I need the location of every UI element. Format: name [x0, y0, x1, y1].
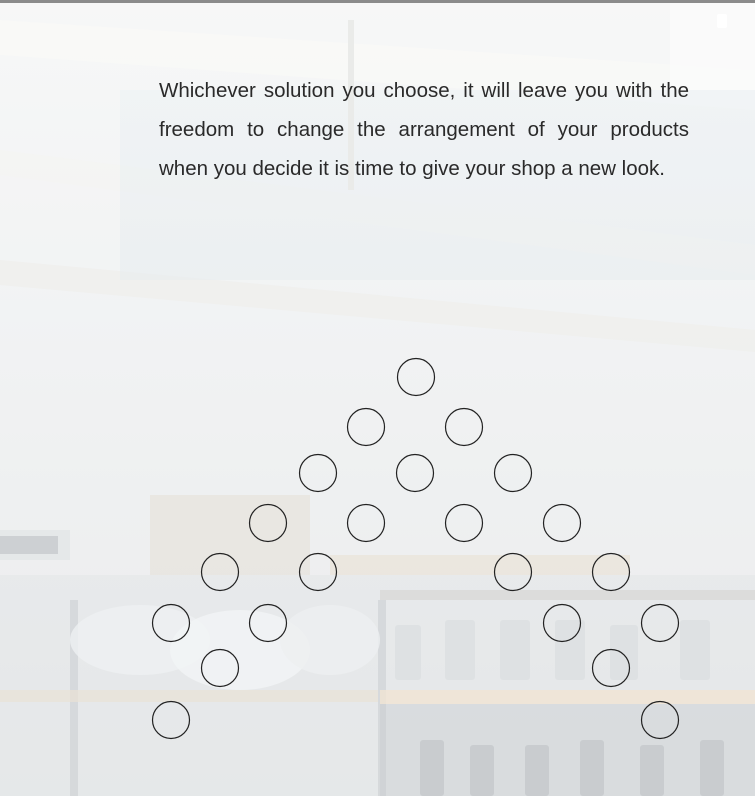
pattern-circle [200, 648, 240, 688]
pattern-circle [248, 503, 288, 543]
pattern-circle [640, 603, 680, 643]
pattern-circle [640, 700, 680, 740]
pattern-circle [396, 357, 436, 397]
pattern-circle [493, 552, 533, 592]
pattern-circle [395, 453, 435, 493]
pattern-circle [151, 603, 191, 643]
pattern-circle [444, 407, 484, 447]
pattern-circle [591, 552, 631, 592]
pattern-circle [591, 648, 631, 688]
pattern-circle [346, 503, 386, 543]
pattern-circle [542, 503, 582, 543]
pattern-circle [151, 700, 191, 740]
pattern-circle [542, 603, 582, 643]
pattern-circle [346, 407, 386, 447]
pattern-circle [200, 552, 240, 592]
pattern-circle [493, 453, 533, 493]
pattern-circle [298, 453, 338, 493]
pattern-circle [298, 552, 338, 592]
circle-pattern [151, 357, 680, 740]
pattern-circle [248, 603, 288, 643]
pattern-circle [444, 503, 484, 543]
